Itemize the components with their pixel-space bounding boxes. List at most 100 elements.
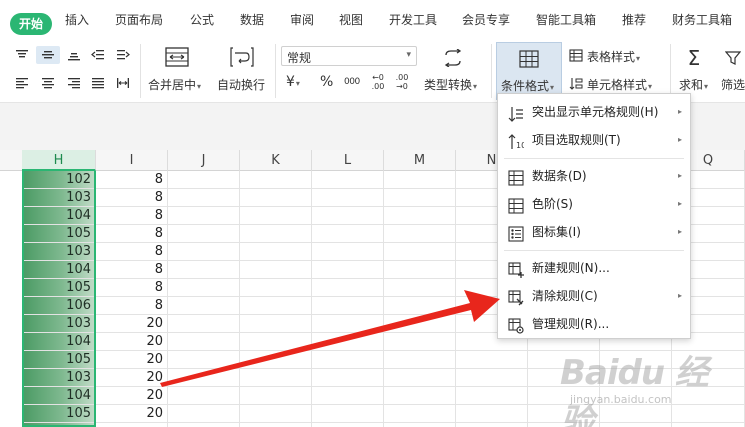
cell[interactable] bbox=[240, 369, 312, 387]
cell[interactable] bbox=[384, 351, 456, 369]
column-header-l[interactable]: L bbox=[312, 150, 384, 171]
cell[interactable] bbox=[384, 207, 456, 225]
increase-decimal-button[interactable]: ←0 .00 bbox=[370, 73, 386, 91]
align-left-icon[interactable] bbox=[12, 74, 32, 92]
cell[interactable] bbox=[312, 369, 384, 387]
column-header-i[interactable]: I bbox=[96, 150, 168, 171]
align-top-icon[interactable] bbox=[12, 46, 32, 64]
cell[interactable] bbox=[456, 351, 528, 369]
distributed-align-icon[interactable] bbox=[113, 74, 133, 92]
cell-h[interactable]: 103 bbox=[22, 243, 96, 261]
cell-style-button[interactable]: 单元格样式▾ bbox=[587, 76, 652, 93]
cell[interactable] bbox=[456, 387, 528, 405]
percent-format-button[interactable]: % bbox=[320, 74, 333, 90]
align-middle-icon[interactable] bbox=[36, 46, 60, 64]
cell-i[interactable]: 8 bbox=[96, 207, 168, 225]
cell[interactable] bbox=[384, 171, 456, 189]
cell[interactable] bbox=[240, 387, 312, 405]
cell[interactable] bbox=[600, 351, 672, 369]
cell[interactable] bbox=[168, 279, 240, 297]
cell-h[interactable]: 103 bbox=[22, 369, 96, 387]
tab-developer[interactable]: 开发工具 bbox=[389, 0, 437, 40]
cell[interactable] bbox=[312, 405, 384, 423]
cell[interactable] bbox=[600, 387, 672, 405]
tab-recommend[interactable]: 推荐 bbox=[622, 0, 646, 40]
cell[interactable] bbox=[168, 333, 240, 351]
sigma-icon[interactable]: Σ bbox=[682, 46, 706, 70]
cell-i[interactable]: 20 bbox=[96, 333, 168, 351]
cell[interactable] bbox=[312, 297, 384, 315]
cell[interactable] bbox=[600, 405, 672, 423]
cell-i[interactable] bbox=[96, 423, 168, 427]
increase-indent-icon[interactable] bbox=[113, 46, 133, 64]
cell[interactable] bbox=[240, 243, 312, 261]
cell[interactable] bbox=[168, 171, 240, 189]
wrap-text-icon[interactable] bbox=[226, 44, 258, 70]
column-header-h[interactable]: H bbox=[22, 150, 96, 171]
decrease-decimal-button[interactable]: .00 →0 bbox=[394, 73, 410, 91]
cell[interactable] bbox=[240, 279, 312, 297]
cell-i[interactable]: 20 bbox=[96, 351, 168, 369]
cell[interactable] bbox=[528, 405, 600, 423]
cell[interactable] bbox=[168, 351, 240, 369]
cell[interactable] bbox=[384, 279, 456, 297]
cell[interactable] bbox=[312, 189, 384, 207]
cell[interactable] bbox=[312, 207, 384, 225]
cell-h[interactable] bbox=[22, 423, 96, 427]
thousands-separator-button[interactable]: 000 bbox=[344, 77, 360, 87]
cell[interactable] bbox=[384, 387, 456, 405]
menu-item-manage-rules[interactable]: 管理规则(R)... bbox=[498, 310, 690, 338]
menu-item-highlight-rules[interactable]: 突出显示单元格规则(H) ▸ bbox=[498, 98, 690, 126]
cell[interactable] bbox=[384, 261, 456, 279]
conditional-format-button[interactable]: 条件格式▾ bbox=[496, 42, 562, 100]
menu-item-color-scales[interactable]: 色阶(S) ▸ bbox=[498, 190, 690, 218]
tab-review[interactable]: 审阅 bbox=[290, 0, 314, 40]
cell-i[interactable]: 8 bbox=[96, 171, 168, 189]
align-bottom-icon[interactable] bbox=[64, 46, 84, 64]
cell[interactable] bbox=[384, 369, 456, 387]
tab-data[interactable]: 数据 bbox=[240, 0, 264, 40]
merge-center-button[interactable]: 合并居中▾ bbox=[148, 76, 201, 93]
filter-icon[interactable] bbox=[722, 46, 744, 70]
cell[interactable] bbox=[240, 333, 312, 351]
cell-h[interactable]: 104 bbox=[22, 387, 96, 405]
cell[interactable] bbox=[384, 297, 456, 315]
cell[interactable] bbox=[168, 207, 240, 225]
cell-h[interactable]: 104 bbox=[22, 261, 96, 279]
sum-button[interactable]: 求和▾ bbox=[679, 76, 708, 93]
table-style-button[interactable]: 表格样式▾ bbox=[587, 48, 640, 65]
menu-item-icon-sets[interactable]: 图标集(I) ▸ bbox=[498, 218, 690, 246]
menu-item-data-bars[interactable]: 数据条(D) ▸ bbox=[498, 162, 690, 190]
cell[interactable] bbox=[168, 297, 240, 315]
cell-i[interactable]: 8 bbox=[96, 243, 168, 261]
cell-i[interactable]: 20 bbox=[96, 315, 168, 333]
cell[interactable] bbox=[240, 171, 312, 189]
align-right-icon[interactable] bbox=[64, 74, 84, 92]
cell-h[interactable]: 103 bbox=[22, 189, 96, 207]
cell[interactable] bbox=[384, 315, 456, 333]
tab-insert[interactable]: 插入 bbox=[65, 0, 89, 40]
cell[interactable] bbox=[384, 225, 456, 243]
cell[interactable] bbox=[384, 189, 456, 207]
cell[interactable] bbox=[168, 423, 240, 427]
cell[interactable] bbox=[528, 351, 600, 369]
cell[interactable] bbox=[240, 405, 312, 423]
cell[interactable] bbox=[168, 243, 240, 261]
cell[interactable] bbox=[672, 369, 745, 387]
cell-i[interactable]: 20 bbox=[96, 369, 168, 387]
cell-i[interactable]: 8 bbox=[96, 225, 168, 243]
column-header-k[interactable]: K bbox=[240, 150, 312, 171]
cell[interactable] bbox=[312, 351, 384, 369]
cell-i[interactable]: 20 bbox=[96, 405, 168, 423]
cell[interactable] bbox=[384, 333, 456, 351]
cell-h[interactable]: 103 bbox=[22, 315, 96, 333]
tab-home[interactable]: 开始 bbox=[10, 13, 53, 35]
cell[interactable] bbox=[168, 189, 240, 207]
cell[interactable] bbox=[528, 423, 600, 427]
cell[interactable] bbox=[168, 369, 240, 387]
cell-i[interactable]: 8 bbox=[96, 297, 168, 315]
cell[interactable] bbox=[168, 405, 240, 423]
cell[interactable] bbox=[240, 297, 312, 315]
cell[interactable] bbox=[456, 369, 528, 387]
cell[interactable] bbox=[240, 351, 312, 369]
